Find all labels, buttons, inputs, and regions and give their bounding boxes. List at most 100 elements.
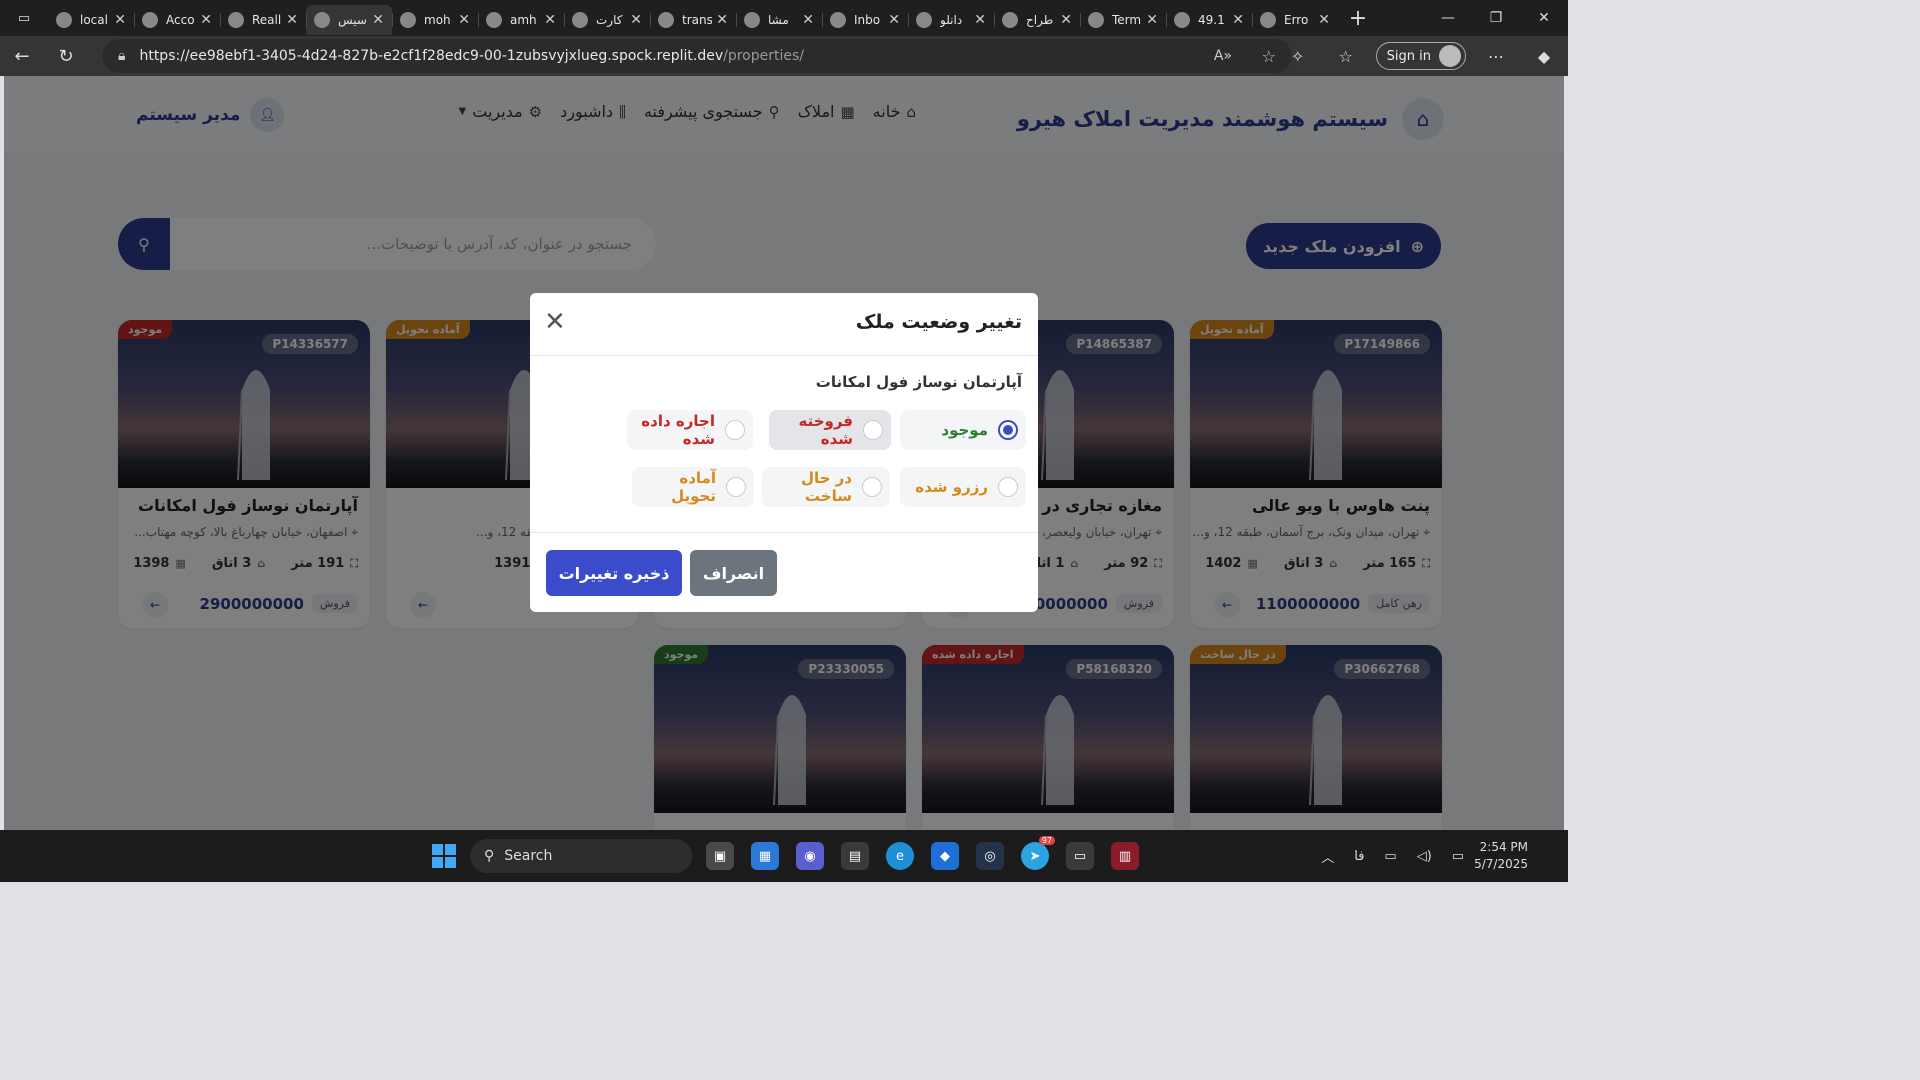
- status-option[interactable]: موجود: [900, 410, 1026, 450]
- tab-title: کارت: [596, 13, 623, 27]
- new-tab-button[interactable]: +: [1338, 6, 1378, 31]
- web-page: ⌂ سیستم هوشمند مدیریت املاک هیرو ⌂خانه ▦…: [4, 76, 1564, 830]
- taskbar-search[interactable]: ⚲ Search: [470, 839, 692, 873]
- clock-date: 5/7/2025: [1474, 857, 1528, 871]
- status-radio[interactable]: [726, 477, 746, 497]
- browser-tab[interactable]: سیس ✕: [306, 5, 392, 35]
- start-icon[interactable]: [432, 844, 456, 868]
- tab-close-icon[interactable]: ✕: [544, 12, 556, 28]
- tab-close-icon[interactable]: ✕: [974, 12, 986, 28]
- clock[interactable]: 2:54 PM 5/7/2025: [1474, 839, 1568, 873]
- telegram-icon[interactable]: ➤ 97: [1021, 836, 1055, 870]
- read-aloud-icon[interactable]: A»: [1214, 48, 1232, 64]
- tab-title: 49.1: [1198, 13, 1225, 27]
- extensions-icon[interactable]: ✧: [1274, 47, 1322, 66]
- tab-favicon-icon: [228, 12, 244, 28]
- task-view-icon[interactable]: ▣: [706, 842, 734, 870]
- modal-property-name: آپارتمان نوساز فول امکانات: [815, 373, 1022, 391]
- status-option[interactable]: رزرو شده: [900, 467, 1026, 507]
- browser-tab[interactable]: دانلو ✕: [908, 5, 994, 35]
- status-radio[interactable]: [862, 477, 882, 497]
- browser-tab[interactable]: مشا ✕: [736, 5, 822, 35]
- browser-tab[interactable]: amh ✕: [478, 5, 564, 35]
- tab-close-icon[interactable]: ✕: [200, 12, 212, 28]
- url-path: /properties/: [723, 48, 804, 64]
- tab-actions-icon[interactable]: ▭: [0, 0, 48, 36]
- battery-icon[interactable]: ▭: [1442, 849, 1474, 864]
- browser-tab[interactable]: Inbo ✕: [822, 5, 908, 35]
- tab-favicon-icon: [1088, 12, 1104, 28]
- tab-close-icon[interactable]: ✕: [458, 12, 470, 28]
- tab-title: trans: [682, 13, 713, 27]
- volume-icon[interactable]: ◁): [1407, 849, 1442, 864]
- sign-in-button[interactable]: Sign in: [1375, 42, 1466, 70]
- status-option[interactable]: فروخته شده: [769, 410, 891, 450]
- browser-tab[interactable]: trans ✕: [650, 5, 736, 35]
- more-menu-icon[interactable]: ⋯: [1472, 47, 1520, 66]
- tab-favicon-icon: [56, 12, 72, 28]
- status-radio[interactable]: [998, 477, 1018, 497]
- tab-title: Term: [1112, 13, 1142, 27]
- back-icon[interactable]: ←: [0, 36, 44, 76]
- tab-close-icon[interactable]: ✕: [1146, 12, 1158, 28]
- refresh-icon[interactable]: ↻: [44, 36, 88, 76]
- tab-close-icon[interactable]: ✕: [630, 12, 642, 28]
- language-indicator[interactable]: فا: [1344, 849, 1374, 864]
- app-icon[interactable]: ◎: [976, 842, 1004, 870]
- tab-favicon-icon: [744, 12, 760, 28]
- tab-close-icon[interactable]: ✕: [716, 12, 728, 28]
- browser-tab[interactable]: طراح ✕: [994, 5, 1080, 35]
- winrar-icon[interactable]: ▥: [1111, 842, 1139, 870]
- tab-close-icon[interactable]: ✕: [1232, 12, 1244, 28]
- status-radio[interactable]: [998, 420, 1018, 440]
- browser-tab[interactable]: Reall ✕: [220, 5, 306, 35]
- clock-time: 2:54 PM: [1479, 840, 1528, 854]
- browser-tab[interactable]: Acco ✕: [134, 5, 220, 35]
- browser-tab[interactable]: 49.1 ✕: [1166, 5, 1252, 35]
- tab-close-icon[interactable]: ✕: [372, 12, 384, 28]
- status-radio[interactable]: [725, 420, 745, 440]
- status-option[interactable]: در حال ساخت: [762, 467, 890, 507]
- favorites-icon[interactable]: ☆: [1322, 47, 1370, 66]
- tab-close-icon[interactable]: ✕: [1060, 12, 1072, 28]
- vscode-icon[interactable]: ◆: [931, 842, 959, 870]
- status-option[interactable]: آماده تحویل: [632, 467, 754, 507]
- status-option[interactable]: اجاره داده شده: [627, 410, 753, 450]
- browser-tab[interactable]: کارت ✕: [564, 5, 650, 35]
- browser-toolbar-right: ✧ ☆ Sign in ⋯ ◆: [1274, 36, 1568, 76]
- browser-tab[interactable]: Term ✕: [1080, 5, 1166, 35]
- status-radio[interactable]: [863, 420, 883, 440]
- system-tray: ︿ فا ▭ ◁) ▭ 2:54 PM 5/7/2025: [1311, 830, 1568, 882]
- copilot-icon[interactable]: ◆: [1520, 47, 1568, 66]
- tab-favicon-icon: [314, 12, 330, 28]
- widgets-icon[interactable]: ▦: [751, 842, 779, 870]
- tab-favicon-icon: [400, 12, 416, 28]
- store-icon[interactable]: ▤: [841, 842, 869, 870]
- tab-title: local: [80, 13, 108, 27]
- close-window-icon[interactable]: ✕: [1520, 0, 1568, 36]
- browser-tab[interactable]: moh ✕: [392, 5, 478, 35]
- browser-tab[interactable]: local ✕: [48, 5, 134, 35]
- show-hidden-icons[interactable]: ︿: [1311, 847, 1344, 866]
- telegram-badge: 97: [1038, 836, 1055, 845]
- search-icon: ⚲: [484, 848, 495, 864]
- tab-close-icon[interactable]: ✕: [888, 12, 900, 28]
- edge-icon[interactable]: e: [886, 842, 914, 870]
- terminal-icon[interactable]: ▭: [1066, 842, 1094, 870]
- network-icon[interactable]: ▭: [1374, 849, 1406, 864]
- tab-close-icon[interactable]: ✕: [286, 12, 298, 28]
- teams-icon[interactable]: ◉: [796, 842, 824, 870]
- restore-icon[interactable]: ❐: [1472, 0, 1520, 36]
- lock-icon[interactable]: 🔒︎: [118, 48, 125, 64]
- save-button[interactable]: ذخیره تغییرات: [546, 550, 682, 596]
- close-icon[interactable]: ✕: [544, 309, 566, 335]
- tab-close-icon[interactable]: ✕: [114, 12, 126, 28]
- url-field[interactable]: 🔒︎ https://ee98ebf1-3405-4d24-827b-e2cf1…: [102, 39, 1292, 73]
- sign-in-label: Sign in: [1386, 48, 1431, 64]
- browser-tab[interactable]: Erro ✕: [1252, 5, 1338, 35]
- tab-close-icon[interactable]: ✕: [1318, 12, 1330, 28]
- tab-close-icon[interactable]: ✕: [802, 12, 814, 28]
- minimize-icon[interactable]: —: [1424, 0, 1472, 36]
- tab-title: مشا: [768, 13, 789, 27]
- cancel-button[interactable]: انصراف: [690, 550, 777, 596]
